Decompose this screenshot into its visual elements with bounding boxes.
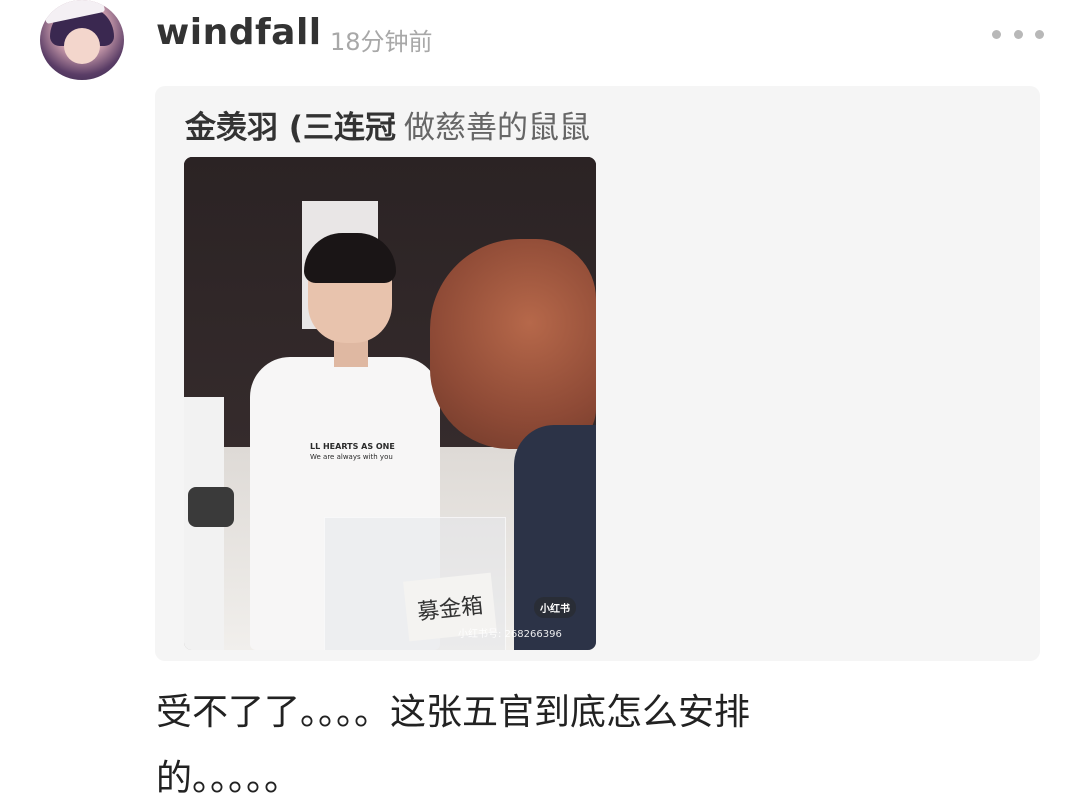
shirt-text-line1: LL HEARTS AS ONE — [310, 442, 395, 451]
photo-shirt-text: LL HEARTS AS ONE We are always with you — [310, 441, 395, 463]
timestamp: 18分钟前 — [330, 28, 433, 56]
photo-left-arm — [188, 487, 234, 527]
shirt-text-line2: We are always with you — [310, 453, 393, 461]
photo-right-person-hair — [430, 239, 596, 449]
quote-text: 做慈善的鼠鼠 — [403, 110, 590, 146]
quote-author[interactable]: 金羡羽 (三连冠 — [185, 110, 396, 146]
user-avatar[interactable] — [40, 0, 124, 80]
more-dots-icon — [992, 29, 1001, 39]
quoted-post-image[interactable]: LL HEARTS AS ONE We are always with you … — [184, 157, 596, 650]
more-dots-icon — [1035, 29, 1044, 39]
comment-text: 受不了了。。。。这张五官到底怎么安排的。。。。。 — [156, 692, 751, 795]
avatar-face — [64, 28, 100, 64]
quote-header: 金羡羽 (三连冠 做慈善的鼠鼠 — [185, 102, 590, 147]
quoted-post-card[interactable]: 金羡羽 (三连冠 做慈善的鼠鼠 LL HEARTS AS ONE We are a… — [155, 86, 1040, 661]
more-options-button[interactable] — [992, 22, 1044, 46]
more-dots-icon — [1013, 29, 1023, 39]
username[interactable]: windfall — [156, 12, 322, 53]
watermark-badge: 小红书 — [534, 597, 576, 618]
watermark-id: 小红书号: 268266396 — [458, 629, 562, 640]
